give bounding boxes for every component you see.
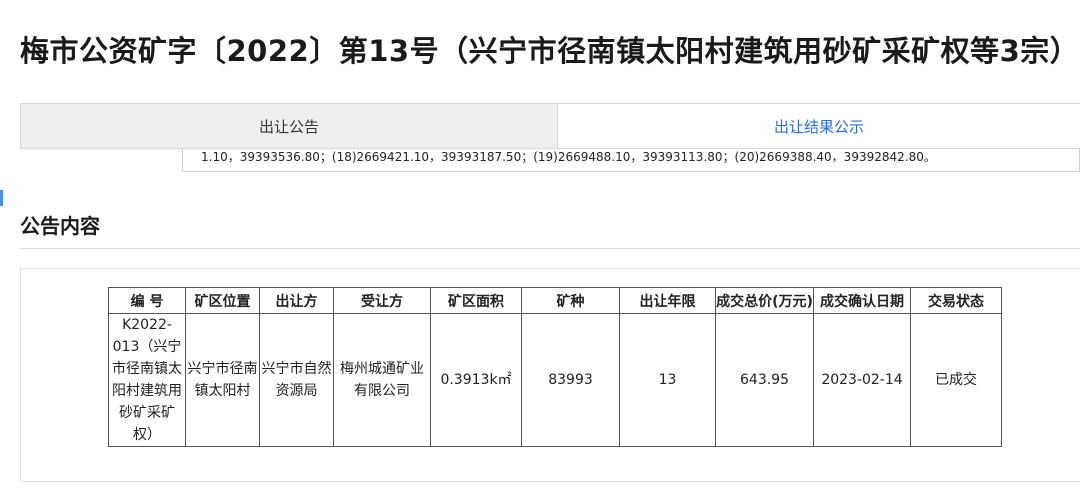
cell-location-text: 兴宁市径南镇太阳村 xyxy=(187,361,258,399)
cell-code-text: K2022-013（兴宁市径南镇太阳村建筑用砂矿采矿权） xyxy=(112,317,182,443)
cell-transferor: 兴宁市自然资源局 xyxy=(259,313,334,447)
result-table: 编 号 矿区位置 出让方 受让方 矿区面积 矿种 出让年限 成交总价(万元) 成… xyxy=(108,287,1002,447)
cell-area: 0.3913k㎡ xyxy=(430,313,522,447)
section-title: 公告内容 xyxy=(20,214,100,238)
page-title: 梅市公资矿字〔2022〕第13号（兴宁市径南镇太阳村建筑用砂矿采矿权等3宗） xyxy=(20,34,1080,68)
section-divider xyxy=(20,248,1080,249)
header-transferee: 受让方 xyxy=(333,287,431,314)
header-mineral: 矿种 xyxy=(521,287,620,314)
header-code: 编 号 xyxy=(108,287,186,314)
cell-transferor-text: 兴宁市自然资源局 xyxy=(261,361,332,399)
cell-total-price: 643.95 xyxy=(715,313,814,447)
cell-transferee-text: 梅州城通矿业有限公司 xyxy=(340,361,424,399)
tab-announcement[interactable]: 出让公告 xyxy=(20,103,558,149)
cell-confirm-date: 2023-02-14 xyxy=(813,313,911,447)
header-location: 矿区位置 xyxy=(185,287,260,314)
cell-code: K2022-013（兴宁市径南镇太阳村建筑用砂矿采矿权） xyxy=(108,313,186,447)
header-status: 交易状态 xyxy=(910,287,1002,314)
cell-location: 兴宁市径南镇太阳村 xyxy=(185,313,260,447)
header-area: 矿区面积 xyxy=(430,287,522,314)
tab-bar: 出让公告 出让结果公示 xyxy=(20,103,1080,149)
header-total-price: 成交总价(万元) xyxy=(715,287,814,314)
tab-result-publicity[interactable]: 出让结果公示 xyxy=(558,103,1080,149)
cell-mineral: 83993 xyxy=(521,313,620,447)
coordinates-text: 1.10，39393536.80；(18)2669421.10，39393187… xyxy=(182,148,1080,172)
header-years: 出让年限 xyxy=(619,287,716,314)
header-transferor: 出让方 xyxy=(259,287,334,314)
cell-transferee: 梅州城通矿业有限公司 xyxy=(333,313,431,447)
table-header-row: 编 号 矿区位置 出让方 受让方 矿区面积 矿种 出让年限 成交总价(万元) 成… xyxy=(108,287,1002,314)
cell-status: 已成交 xyxy=(910,313,1002,447)
table-row: K2022-013（兴宁市径南镇太阳村建筑用砂矿采矿权） 兴宁市径南镇太阳村 兴… xyxy=(108,313,1002,447)
left-accent-bar xyxy=(0,190,3,206)
cell-years: 13 xyxy=(619,313,716,447)
header-confirm-date: 成交确认日期 xyxy=(813,287,911,314)
